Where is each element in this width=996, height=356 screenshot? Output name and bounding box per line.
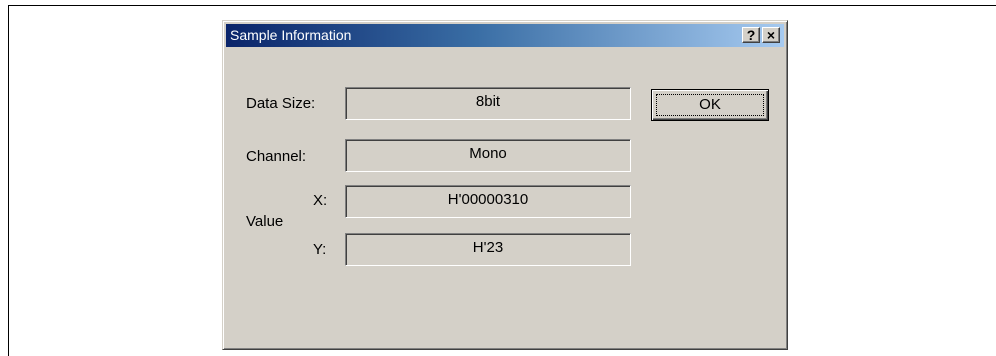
value-group-label: Value bbox=[246, 213, 284, 230]
dialog-title: Sample Information bbox=[230, 27, 352, 43]
y-value-field: H'23 bbox=[345, 233, 631, 266]
help-button[interactable]: ? bbox=[742, 27, 760, 43]
x-value-field: H'00000310 bbox=[345, 185, 631, 218]
data-size-field: 8bit bbox=[345, 87, 631, 120]
ok-button-label: OK bbox=[656, 94, 764, 116]
close-button[interactable]: × bbox=[762, 27, 780, 43]
channel-field: Mono bbox=[345, 139, 631, 172]
x-label: X: bbox=[313, 192, 328, 209]
page-frame-top bbox=[8, 5, 996, 6]
ok-button[interactable]: OK bbox=[651, 89, 769, 121]
data-size-label: Data Size: bbox=[246, 95, 316, 112]
channel-label: Channel: bbox=[246, 148, 307, 165]
title-bar[interactable]: Sample Information ? × bbox=[226, 24, 784, 47]
page-frame-left bbox=[8, 5, 9, 356]
y-label: Y: bbox=[313, 241, 327, 258]
sample-information-dialog: Sample Information ? × Data Size: 8bit C… bbox=[222, 20, 788, 350]
